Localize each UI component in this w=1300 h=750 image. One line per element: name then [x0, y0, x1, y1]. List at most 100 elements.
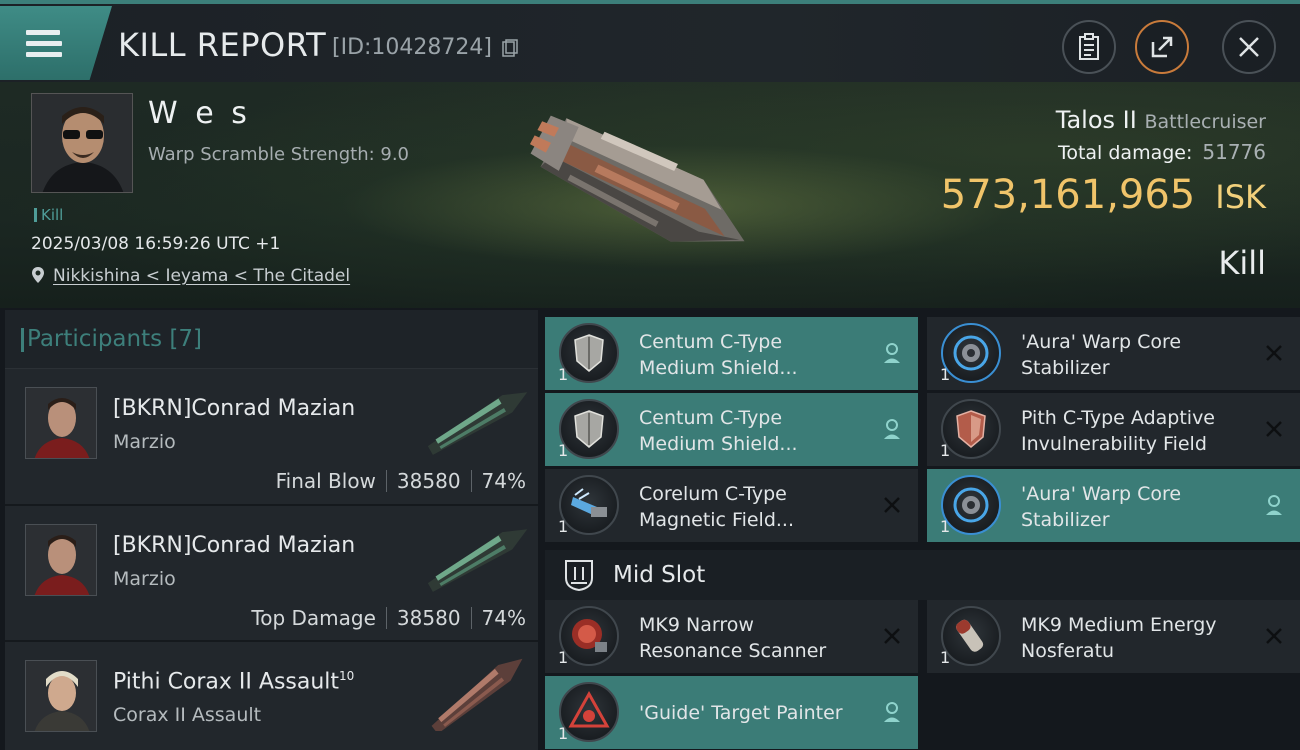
- share-button[interactable]: [1135, 20, 1189, 74]
- copy-icon[interactable]: [502, 39, 518, 57]
- location-pin-icon: [32, 267, 44, 283]
- participant-name: Pithi Corax II Assault10: [113, 669, 354, 694]
- ship-name: Talos II: [1055, 106, 1137, 134]
- participant-avatar: [25, 524, 97, 596]
- module-name-line1: MK9 Medium Energy: [1021, 614, 1217, 636]
- module-item[interactable]: 1 MK9 Medium Energy Nosferatu: [927, 600, 1300, 673]
- module-item[interactable]: 1 'Aura' Warp Core Stabilizer: [927, 317, 1300, 390]
- module-name-line2: Medium Shield...: [639, 357, 798, 379]
- module-name-line1: 'Aura' Warp Core: [1021, 331, 1182, 353]
- module-item[interactable]: 1 'Aura' Warp Core Stabilizer: [927, 469, 1300, 542]
- close-icon: [1239, 37, 1259, 57]
- participant-damage: 38580: [396, 606, 461, 630]
- person-icon: [1266, 495, 1282, 515]
- destroyed-icon: [1266, 628, 1282, 644]
- participant-ship-image: [427, 529, 528, 592]
- participant-ship-image: [427, 392, 528, 455]
- module-quantity: 1: [940, 441, 951, 460]
- destroyed-icon: [1266, 345, 1282, 361]
- participant-ship: Corax II Assault: [113, 704, 262, 726]
- module-name-line2: Nosferatu: [1021, 640, 1115, 662]
- module-item[interactable]: 1 'Guide' Target Painter: [545, 676, 918, 749]
- participants-header: Participants [7]: [5, 310, 538, 368]
- module-item[interactable]: 1 Centum C-Type Medium Shield...: [545, 393, 918, 466]
- module-name: Centum C-Type Medium Shield...: [639, 405, 869, 457]
- isk-value: 573,161,965 ISK: [941, 172, 1266, 218]
- participant-role: Final Blow: [275, 469, 376, 493]
- isk-amount: 573,161,965: [940, 172, 1196, 218]
- page-title: KILL REPORT: [118, 26, 327, 64]
- kill-tag: Kill: [34, 206, 63, 224]
- module-name-line2: Medium Shield...: [639, 433, 798, 455]
- mid-slot-icon: [565, 560, 593, 592]
- person-icon: [884, 702, 900, 722]
- module-quantity: 1: [558, 365, 569, 384]
- module-name-line1: Pith C-Type Adaptive: [1021, 407, 1215, 429]
- participant-avatar: [25, 387, 97, 459]
- victim-ship-image: [529, 115, 745, 242]
- person-icon: [884, 419, 900, 439]
- participant-percent: 74%: [481, 469, 526, 493]
- participant-ship: Marzio: [113, 568, 176, 590]
- menu-button[interactable]: [0, 6, 112, 80]
- victim-summary: W e s Warp Scramble Strength: 9.0 Kill 2…: [0, 82, 1300, 308]
- victim-avatar[interactable]: [31, 93, 133, 193]
- module-name-line2: Resonance Scanner: [639, 640, 827, 662]
- participant-ship-image: [431, 658, 523, 731]
- module-item[interactable]: 1 Pith C-Type Adaptive Invulnerability Fi…: [927, 393, 1300, 466]
- participants-title: Participants [7]: [21, 326, 202, 352]
- participant-percent: 74%: [481, 606, 526, 630]
- participant-role: Top Damage: [251, 606, 376, 630]
- kill-datetime: 2025/03/08 16:59:26 UTC +1: [31, 234, 281, 254]
- warp-scramble-strength: Warp Scramble Strength: 9.0: [148, 144, 410, 165]
- share-icon: [1151, 36, 1173, 58]
- participant-stats: Top Damage 38580 74%: [251, 606, 526, 630]
- kill-location[interactable]: Nikkishina < Ieyama < The Citadel: [31, 266, 350, 286]
- module-name: 'Aura' Warp Core Stabilizer: [1021, 481, 1251, 533]
- victim-name: W e s: [148, 96, 251, 131]
- destroyed-icon: [1266, 421, 1282, 437]
- module-quantity: 1: [940, 365, 951, 384]
- module-name: MK9 Narrow Resonance Scanner: [639, 612, 869, 664]
- module-name: MK9 Medium Energy Nosferatu: [1021, 612, 1251, 664]
- module-item[interactable]: 1 MK9 Narrow Resonance Scanner: [545, 600, 918, 673]
- header-bar: KILL REPORT [ID:10428724]: [0, 0, 1300, 82]
- participant-avatar: [25, 660, 97, 732]
- destroyed-icon: [884, 497, 900, 513]
- clipboard-button[interactable]: [1062, 20, 1116, 74]
- participants-panel: Participants [7] [BKRN]Conrad Mazian Mar…: [5, 310, 538, 750]
- module-quantity: 1: [940, 648, 951, 667]
- module-name-line1: 'Aura' Warp Core: [1021, 483, 1182, 505]
- module-name: Corelum C-Type Magnetic Field...: [639, 481, 869, 533]
- module-item[interactable]: 1 Corelum C-Type Magnetic Field...: [545, 469, 918, 542]
- victim-ship: Talos II Battlecruiser: [1056, 106, 1266, 134]
- location-link[interactable]: Nikkishina < Ieyama < The Citadel: [53, 266, 350, 286]
- close-button[interactable]: [1222, 20, 1276, 74]
- modules-grid: 1 Centum C-Type Medium Shield... 1 'Aura'…: [545, 317, 1300, 750]
- participant-card[interactable]: Pithi Corax II Assault10 Corax II Assaul…: [5, 640, 538, 750]
- hamburger-icon: [26, 30, 62, 58]
- module-name-line1: Centum C-Type: [639, 407, 783, 429]
- module-name-line2: Magnetic Field...: [639, 509, 795, 531]
- module-quantity: 1: [558, 517, 569, 536]
- module-quantity: 1: [558, 724, 569, 743]
- participant-card[interactable]: [BKRN]Conrad Mazian Marzio Final Blow 385…: [5, 368, 538, 504]
- participant-card[interactable]: [BKRN]Conrad Mazian Marzio Top Damage 385…: [5, 504, 538, 640]
- participant-ship: Marzio: [113, 431, 176, 453]
- participant-damage: 38580: [396, 469, 461, 493]
- mid-slot-section: Mid Slot: [545, 550, 1300, 600]
- module-name: 'Aura' Warp Core Stabilizer: [1021, 329, 1251, 381]
- destroyed-icon: [884, 628, 900, 644]
- module-item[interactable]: 1 Centum C-Type Medium Shield...: [545, 317, 918, 390]
- person-icon: [884, 343, 900, 363]
- participant-name-text: Pithi Corax II Assault: [113, 669, 340, 695]
- total-damage-value: 51776: [1202, 140, 1266, 164]
- isk-unit: ISK: [1215, 178, 1266, 216]
- module-name-line1: Centum C-Type: [639, 331, 783, 353]
- participant-stats: Final Blow 38580 74%: [276, 469, 526, 493]
- module-name-line2: Stabilizer: [1021, 509, 1110, 531]
- ship-class: Battlecruiser: [1144, 111, 1266, 133]
- module-name-line1: Corelum C-Type: [639, 483, 787, 505]
- module-name: Centum C-Type Medium Shield...: [639, 329, 869, 381]
- module-name-line2: Stabilizer: [1021, 357, 1110, 379]
